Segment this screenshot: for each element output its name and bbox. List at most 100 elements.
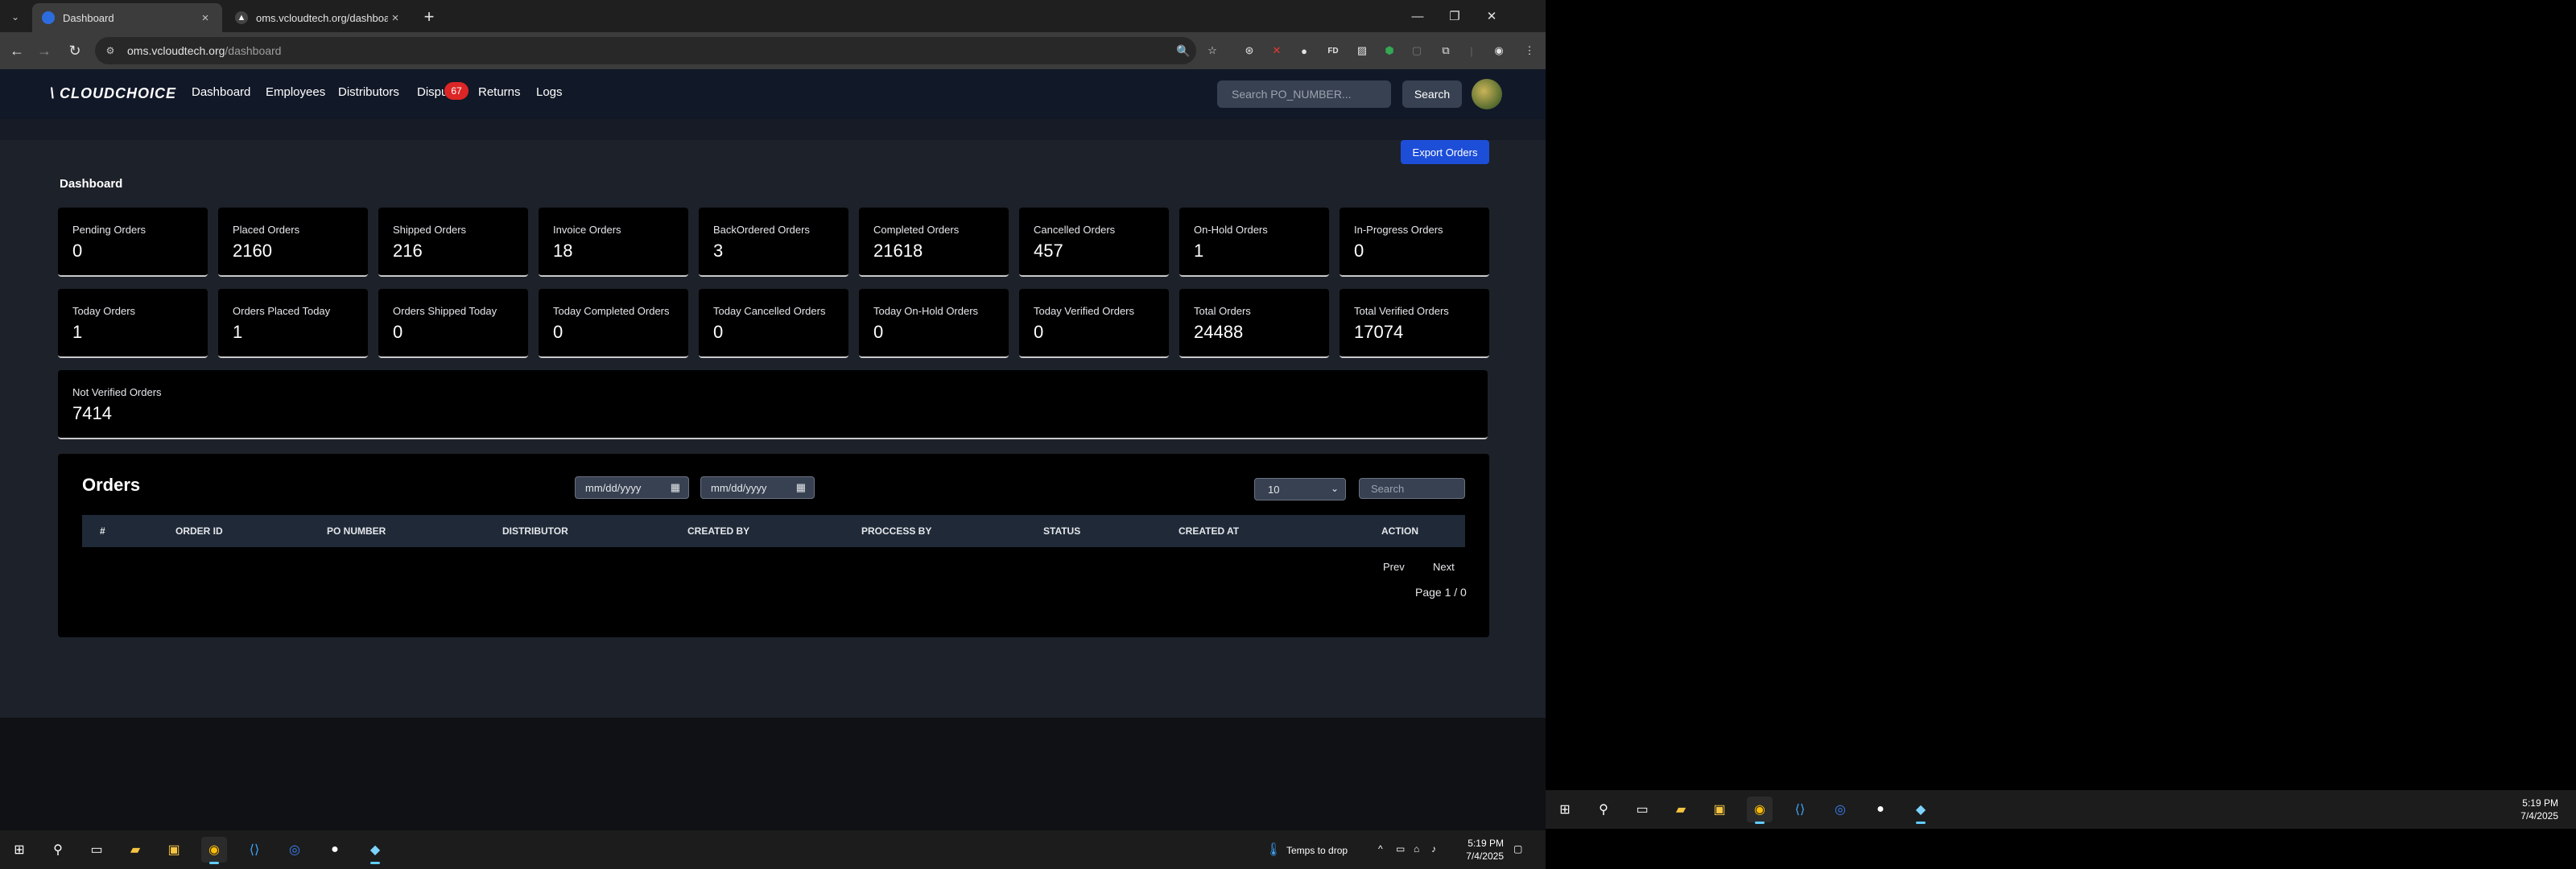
- clock-time: 5:19 PM: [2522, 797, 2558, 809]
- app-icon[interactable]: ◆: [362, 837, 388, 864]
- date-from-input[interactable]: mm/dd/yyyy ▦: [575, 476, 689, 499]
- extension-circle-icon[interactable]: ●: [1296, 43, 1312, 59]
- stat-card-pending[interactable]: Pending Orders 0: [58, 208, 208, 277]
- nav-returns[interactable]: Returns: [478, 85, 521, 99]
- network-icon[interactable]: ⌂: [1414, 843, 1419, 855]
- stat-card-placed[interactable]: Placed Orders 2160: [218, 208, 368, 277]
- minimize-icon[interactable]: —: [1399, 0, 1436, 32]
- stat-card-today-on-hold[interactable]: Today On-Hold Orders 0: [859, 289, 1009, 358]
- stat-card-shipped-today[interactable]: Orders Shipped Today 0: [378, 289, 528, 358]
- close-tab-icon[interactable]: ×: [198, 10, 213, 25]
- nav-disputes[interactable]: Dispu: [417, 85, 448, 99]
- task-view-icon[interactable]: ▭: [84, 837, 109, 863]
- notifications-icon[interactable]: ▢: [1513, 843, 1522, 855]
- profile-icon[interactable]: ◉: [1491, 43, 1507, 59]
- task-view-icon[interactable]: ▭: [1629, 797, 1655, 822]
- vscode-icon[interactable]: ⟨⟩: [1787, 797, 1813, 822]
- search-icon[interactable]: ⚲: [1591, 797, 1616, 822]
- extension-close-icon[interactable]: ✕: [1269, 43, 1285, 59]
- chrome-menu-icon[interactable]: ⋮: [1521, 43, 1538, 59]
- tab-oms-dashboard[interactable]: ▲ oms.vcloudtech.org/dashboard ×: [225, 3, 412, 32]
- tab-dashboard[interactable]: Dashboard ×: [32, 3, 222, 32]
- start-icon[interactable]: ⊞: [6, 837, 32, 863]
- calendar-icon[interactable]: ▦: [796, 481, 806, 494]
- stat-card-in-progress[interactable]: In-Progress Orders 0: [1340, 208, 1489, 277]
- new-tab-icon[interactable]: +: [419, 6, 440, 27]
- prev-page-button[interactable]: Prev: [1383, 557, 1405, 576]
- stat-card-total-orders[interactable]: Total Orders 24488: [1179, 289, 1329, 358]
- nav-employees[interactable]: Employees: [266, 85, 325, 99]
- po-search-input[interactable]: Search PO_NUMBER...: [1217, 80, 1391, 108]
- stat-card-placed-today[interactable]: Orders Placed Today 1: [218, 289, 368, 358]
- address-bar[interactable]: ⚙ oms.vcloudtech.org/dashboard 🔍: [95, 37, 1196, 64]
- page-size-select[interactable]: 10 ⌄: [1254, 478, 1346, 500]
- stat-card-today-completed[interactable]: Today Completed Orders 0: [539, 289, 688, 358]
- zoom-app-icon[interactable]: ◎: [1827, 797, 1853, 822]
- app-icon[interactable]: ●: [322, 837, 348, 863]
- zoom-icon[interactable]: 🔍: [1175, 43, 1191, 59]
- back-icon[interactable]: ←: [6, 40, 27, 61]
- site-info-icon[interactable]: ⚙: [103, 43, 118, 58]
- stat-card-today-cancelled[interactable]: Today Cancelled Orders 0: [699, 289, 848, 358]
- extension-shield-icon[interactable]: ⬢: [1381, 43, 1397, 59]
- app-icon[interactable]: ●: [1868, 797, 1893, 822]
- stat-value: 0: [553, 322, 564, 342]
- disputes-count-badge: 67: [444, 82, 469, 100]
- store-icon[interactable]: ▣: [1707, 797, 1732, 822]
- divider-icon: |: [1470, 44, 1473, 57]
- bookmark-star-icon[interactable]: ☆: [1204, 43, 1220, 59]
- po-search-button[interactable]: Search: [1402, 80, 1462, 108]
- search-icon[interactable]: ⚲: [45, 837, 71, 863]
- date-to-input[interactable]: mm/dd/yyyy ▦: [700, 476, 815, 499]
- tab-search-icon[interactable]: ⌄: [6, 8, 24, 26]
- table-search-input[interactable]: Search: [1359, 478, 1465, 499]
- app-logo[interactable]: \ CLOUDCHOICE: [50, 85, 176, 102]
- weather-text[interactable]: Temps to drop: [1286, 845, 1348, 856]
- stat-card-total-verified[interactable]: Total Verified Orders 17074: [1340, 289, 1489, 358]
- clock[interactable]: 5:19 PM 7/4/2025: [2504, 797, 2558, 822]
- show-hidden-icons-icon[interactable]: ^: [1378, 843, 1383, 855]
- stat-label: BackOrdered Orders: [713, 224, 810, 236]
- stat-card-completed[interactable]: Completed Orders 21618: [859, 208, 1009, 277]
- nav-logs[interactable]: Logs: [536, 85, 563, 99]
- nav-distributors[interactable]: Distributors: [338, 85, 399, 99]
- stat-value: 0: [1034, 322, 1044, 342]
- calendar-icon[interactable]: ▦: [671, 481, 680, 494]
- chrome-icon[interactable]: ◉: [201, 837, 227, 864]
- vscode-icon[interactable]: ⟨⟩: [242, 837, 267, 863]
- start-icon[interactable]: ⊞: [1552, 797, 1578, 822]
- close-window-icon[interactable]: ✕: [1473, 0, 1510, 32]
- file-explorer-icon[interactable]: ▰: [122, 837, 148, 863]
- zoom-app-icon[interactable]: ◎: [282, 837, 308, 863]
- clock[interactable]: 5:19 PM 7/4/2025: [1449, 837, 1504, 863]
- reload-icon[interactable]: ↻: [64, 40, 85, 61]
- battery-icon[interactable]: ▭: [1396, 843, 1405, 855]
- url-text[interactable]: oms.vcloudtech.org/dashboard: [127, 44, 281, 57]
- restore-icon[interactable]: ❐: [1436, 0, 1473, 32]
- stat-card-cancelled[interactable]: Cancelled Orders 457: [1019, 208, 1169, 277]
- extension-incognito-icon[interactable]: ⊛: [1241, 43, 1257, 59]
- export-orders-button[interactable]: Export Orders: [1401, 140, 1489, 164]
- stat-card-backordered[interactable]: BackOrdered Orders 3: [699, 208, 848, 277]
- stat-card-invoice[interactable]: Invoice Orders 18: [539, 208, 688, 277]
- nav-dashboard[interactable]: Dashboard: [192, 85, 250, 99]
- chrome-icon[interactable]: ◉: [1747, 797, 1773, 824]
- store-icon[interactable]: ▣: [161, 837, 187, 863]
- close-tab-icon[interactable]: ×: [388, 10, 402, 25]
- avatar[interactable]: [1472, 79, 1502, 109]
- extensions-puzzle-icon[interactable]: ⧉: [1438, 43, 1454, 59]
- stat-card-today-verified[interactable]: Today Verified Orders 0: [1019, 289, 1169, 358]
- volume-icon[interactable]: ♪: [1431, 843, 1436, 855]
- extension-grey-icon[interactable]: ▢: [1409, 43, 1425, 59]
- forward-icon[interactable]: →: [34, 40, 55, 61]
- extension-fd-icon[interactable]: FD: [1325, 43, 1341, 59]
- stat-card-shipped[interactable]: Shipped Orders 216: [378, 208, 528, 277]
- file-explorer-icon[interactable]: ▰: [1668, 797, 1694, 822]
- next-page-button[interactable]: Next: [1433, 557, 1455, 576]
- stat-card-not-verified[interactable]: Not Verified Orders 7414: [58, 370, 1488, 439]
- stat-card-today-orders[interactable]: Today Orders 1: [58, 289, 208, 358]
- stat-card-on-hold[interactable]: On-Hold Orders 1: [1179, 208, 1329, 277]
- app-icon[interactable]: ◆: [1908, 797, 1934, 824]
- stat-value: 1: [233, 322, 243, 342]
- extension-image-icon[interactable]: ▨: [1354, 43, 1370, 59]
